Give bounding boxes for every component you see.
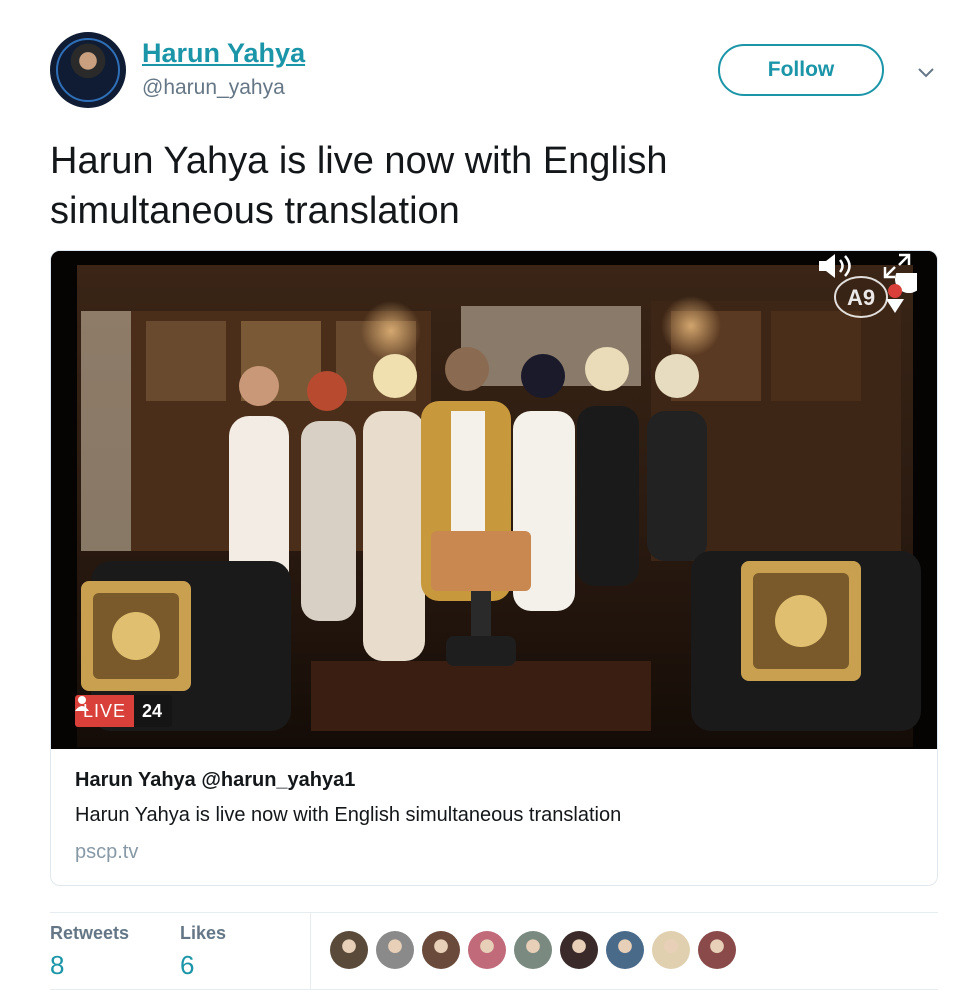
liker-avatar[interactable] bbox=[606, 931, 644, 969]
chevron-down-icon[interactable] bbox=[916, 62, 936, 82]
author-handle[interactable]: @harun_yahya bbox=[142, 76, 285, 100]
liker-avatar[interactable] bbox=[560, 931, 598, 969]
liker-avatar[interactable] bbox=[698, 931, 736, 969]
tweet-text-line-1: Harun Yahya is live now with English bbox=[50, 140, 668, 182]
retweets-count: 8 bbox=[50, 950, 65, 980]
viewer-count-value: 24 bbox=[142, 701, 163, 721]
tweet-text-line-2: simultaneous translation bbox=[50, 190, 460, 232]
likes-label: Likes bbox=[180, 923, 227, 943]
video-frame bbox=[51, 251, 937, 749]
stats-divider bbox=[310, 913, 311, 989]
liker-avatar[interactable] bbox=[514, 931, 552, 969]
likes-stat[interactable]: Likes 6 bbox=[180, 923, 226, 981]
tweet-header: Harun Yahya @harun_yahya Follow bbox=[50, 32, 940, 112]
author-avatar[interactable] bbox=[50, 32, 126, 108]
live-video[interactable]: A9 LIVE 24 bbox=[51, 251, 937, 749]
liker-avatar[interactable] bbox=[422, 931, 460, 969]
retweets-label: Retweets bbox=[50, 923, 130, 943]
channel-logo-text: A9 bbox=[847, 285, 875, 310]
follow-button[interactable]: Follow bbox=[718, 44, 884, 96]
viewer-count: 24 bbox=[75, 695, 173, 727]
fullscreen-icon[interactable] bbox=[879, 251, 915, 281]
periscope-card[interactable]: A9 LIVE 24 Harun Yahya @harun_yahya1 Har… bbox=[50, 250, 938, 886]
card-body[interactable]: Harun Yahya @harun_yahya1 Harun Yahya is… bbox=[75, 769, 915, 864]
viewer-icon bbox=[75, 696, 89, 711]
liker-avatar[interactable] bbox=[376, 931, 414, 969]
liker-avatars bbox=[330, 931, 736, 969]
card-title: Harun Yahya @harun_yahya1 bbox=[75, 769, 356, 791]
avatar-ring bbox=[56, 38, 120, 102]
liker-avatar[interactable] bbox=[468, 931, 506, 969]
retweets-stat[interactable]: Retweets 8 bbox=[50, 923, 129, 981]
author-display-name[interactable]: Harun Yahya bbox=[142, 38, 305, 69]
live-badge: LIVE 24 bbox=[75, 695, 173, 727]
liker-avatar[interactable] bbox=[330, 931, 368, 969]
likes-count: 6 bbox=[180, 950, 195, 980]
card-domain: pscp.tv bbox=[75, 841, 139, 863]
tweet-text: Harun Yahya is live now with English sim… bbox=[50, 136, 910, 236]
tweet-stats: Retweets 8 Likes 6 bbox=[50, 912, 938, 990]
card-description: Harun Yahya is live now with English sim… bbox=[75, 804, 622, 826]
volume-icon[interactable] bbox=[817, 251, 853, 281]
liker-avatar[interactable] bbox=[652, 931, 690, 969]
